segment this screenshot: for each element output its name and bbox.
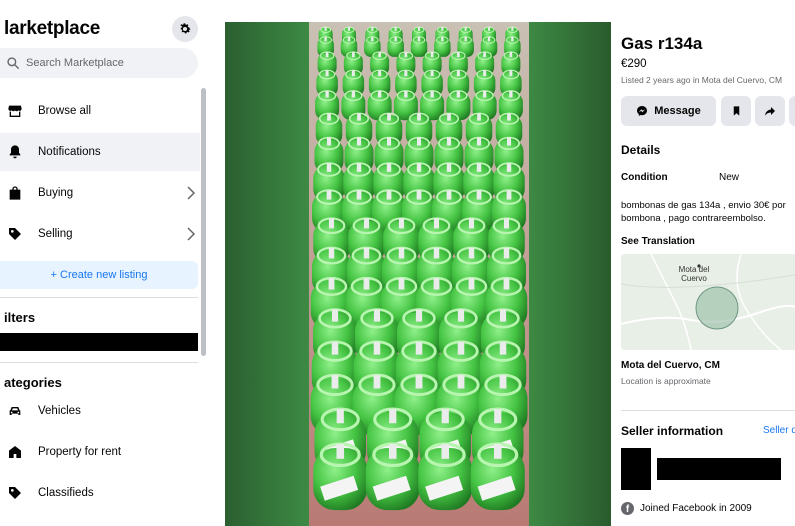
sidebar-scrollbar[interactable]	[201, 88, 206, 356]
listing-title: Gas r134a	[621, 34, 703, 53]
tag-icon	[6, 484, 24, 502]
sidebar-item-classifieds[interactable]: Classifieds	[0, 474, 200, 512]
create-listing-button[interactable]: + Create new listing	[0, 261, 198, 289]
settings-button[interactable]	[172, 16, 198, 42]
shopping-bag-icon	[6, 184, 24, 202]
sidebar-item-label: Selling	[38, 228, 73, 240]
sidebar-item-property-for-rent[interactable]: Property for rent	[0, 433, 200, 471]
chevron-right-icon	[187, 186, 196, 200]
search-icon	[7, 57, 19, 69]
tag-icon	[6, 225, 24, 243]
joined-facebook-row: f Joined Facebook in 2009	[621, 502, 752, 515]
sidebar-item-label: Classifieds	[38, 487, 94, 499]
sidebar-item-label: Vehicles	[38, 405, 81, 417]
car-icon	[6, 402, 24, 420]
sidebar-item-buying[interactable]: Buying	[0, 174, 200, 212]
seller-details-link[interactable]: Seller de	[763, 425, 795, 436]
sidebar-item-label: Buying	[38, 187, 74, 199]
see-translation-link[interactable]: See Translation	[621, 236, 695, 247]
share-arrow-icon	[765, 107, 775, 116]
save-button[interactable]	[721, 96, 751, 126]
listing-photo	[309, 22, 529, 526]
marketplace-sidebar: larketplace Browse all Notifications Buy…	[0, 0, 207, 526]
photo-blur-left	[225, 22, 309, 526]
details-heading: Details	[621, 143, 661, 157]
listing-details-panel: Gas r134a €290 Listed 2 years ago in Mot…	[611, 0, 795, 526]
seller-information-heading: Seller information	[621, 424, 724, 438]
listing-photo-viewer[interactable]	[225, 22, 611, 526]
map-place-label: Mota del Cuervo	[678, 265, 710, 283]
gear-icon	[180, 23, 191, 34]
joined-facebook-text: Joined Facebook in 2009	[640, 503, 752, 514]
condition-value: New	[719, 172, 740, 183]
sidebar-item-notifications[interactable]: Notifications	[0, 133, 200, 171]
divider	[621, 410, 795, 411]
sidebar-item-vehicles[interactable]: Vehicles	[0, 392, 200, 430]
location-note: Location is approximate	[621, 376, 711, 386]
bell-icon	[6, 143, 24, 161]
listing-price: €290	[621, 58, 647, 70]
sidebar-item-label: Notifications	[38, 146, 101, 158]
search-box[interactable]	[0, 48, 198, 78]
chevron-right-icon	[187, 227, 196, 241]
location-name: Mota del Cuervo, CM	[621, 360, 720, 371]
storefront-icon	[6, 102, 24, 120]
sidebar-item-browse-all[interactable]: Browse all	[0, 92, 200, 130]
seller-avatar-redacted[interactable]	[621, 448, 651, 490]
condition-label: Condition	[621, 172, 668, 183]
message-button-label: Message	[654, 105, 701, 117]
location-map[interactable]: Mota del Cuervo	[621, 254, 795, 350]
facebook-icon: f	[621, 502, 634, 515]
messenger-icon	[637, 106, 648, 116]
message-button[interactable]: Message	[621, 96, 716, 126]
filters-heading: ilters	[4, 310, 36, 325]
listing-description: bombonas de gas 134a , envio 30€ por bom…	[621, 200, 786, 224]
divider	[0, 362, 198, 363]
share-button[interactable]	[755, 96, 785, 126]
sidebar-item-label: Property for rent	[38, 446, 122, 458]
search-input[interactable]	[26, 57, 186, 69]
categories-heading: ategories	[4, 375, 62, 390]
photo-blur-right	[529, 22, 611, 526]
listing-meta: Listed 2 years ago in Mota del Cuervo, C…	[621, 75, 783, 85]
seller-name-redacted[interactable]	[657, 458, 781, 480]
gas-cylinders-image	[309, 22, 529, 526]
sidebar-title: larketplace	[4, 18, 100, 39]
bookmark-icon	[733, 106, 739, 116]
more-button[interactable]	[789, 96, 795, 126]
house-icon	[6, 443, 24, 461]
redacted-filter	[0, 333, 198, 351]
sidebar-item-selling[interactable]: Selling	[0, 215, 200, 253]
divider	[0, 297, 198, 298]
sidebar-item-label: Browse all	[38, 105, 92, 117]
